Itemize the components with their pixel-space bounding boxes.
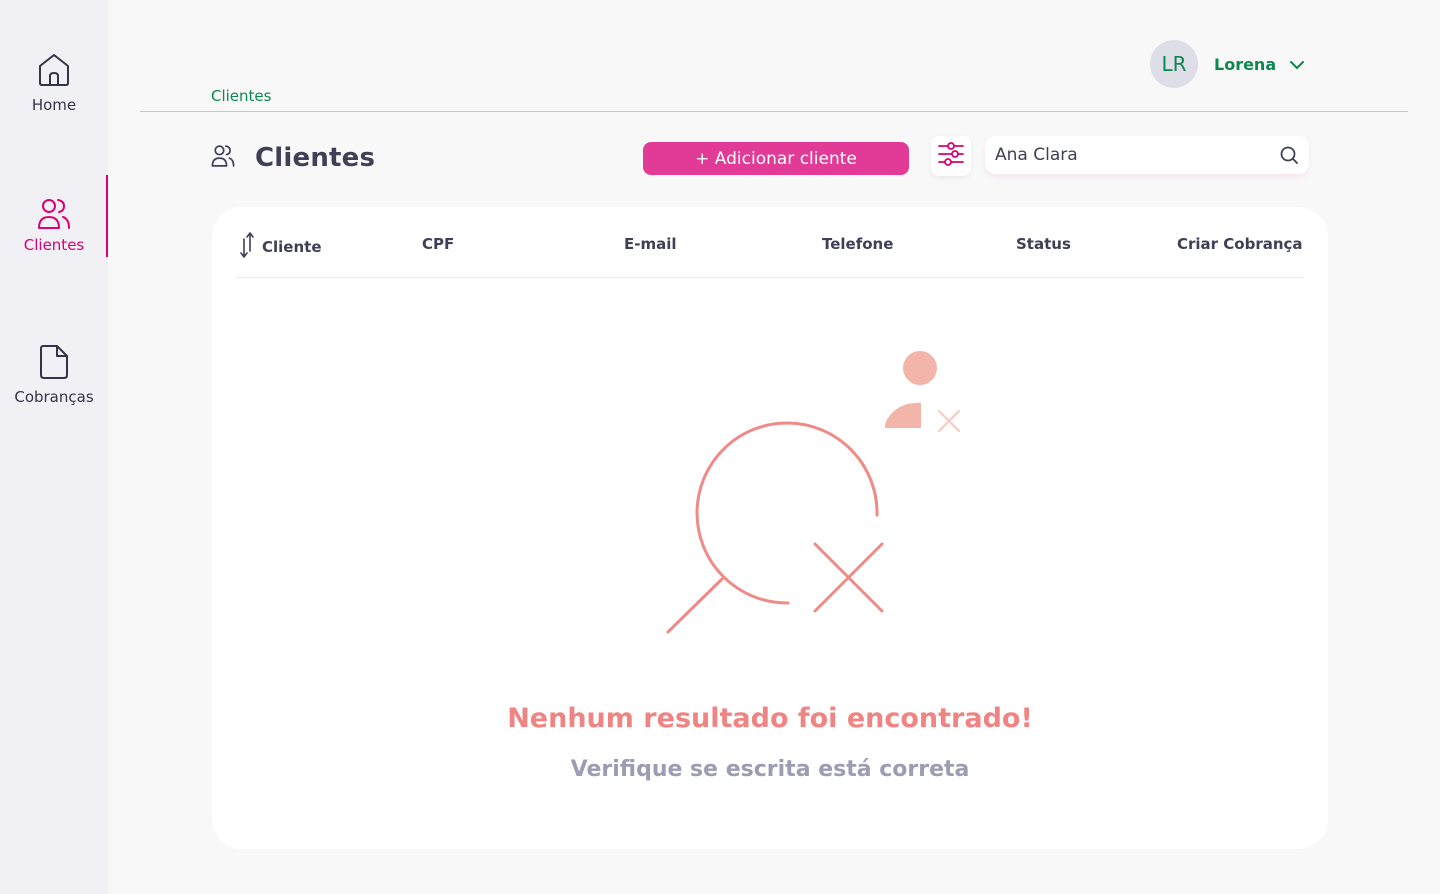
column-label: Cliente — [262, 238, 322, 256]
sidebar-item-label: Cobranças — [14, 388, 94, 406]
avatar: LR — [1150, 40, 1198, 88]
sidebar-item-cobrancas[interactable]: Cobranças — [0, 344, 108, 426]
users-icon — [38, 197, 70, 231]
page-header: Clientes — [211, 143, 375, 173]
home-icon — [37, 52, 71, 88]
search-icon[interactable] — [1280, 146, 1298, 168]
clients-table-card: Cliente CPF E-mail Telefone Status Criar… — [212, 207, 1328, 849]
empty-state-title: Nenhum resultado foi encontrado! — [507, 703, 1033, 734]
sidebar-item-label: Home — [31, 96, 77, 114]
sort-icon — [238, 231, 256, 263]
column-header-telefone: Telefone — [822, 235, 894, 253]
chevron-down-icon — [1290, 55, 1305, 74]
document-icon — [39, 344, 69, 380]
breadcrumb[interactable]: Clientes — [211, 87, 271, 105]
user-menu[interactable]: LR Lorena — [1150, 40, 1305, 88]
column-header-cliente[interactable]: Cliente — [238, 231, 322, 263]
user-name: Lorena — [1214, 54, 1277, 74]
column-header-cpf: CPF — [422, 235, 455, 253]
filter-sliders-icon — [938, 142, 964, 170]
divider — [140, 111, 1408, 112]
add-client-button[interactable]: + Adicionar cliente — [643, 142, 909, 175]
sidebar-item-clientes[interactable]: Clientes — [0, 175, 108, 257]
page-title: Clientes — [255, 143, 376, 173]
sidebar: Home Clientes Cobranças — [0, 0, 108, 894]
no-results-illustration — [642, 337, 962, 651]
empty-state-subtitle: Verifique se escrita está correta — [570, 757, 970, 782]
column-header-status: Status — [1016, 235, 1071, 253]
search-input[interactable] — [993, 144, 1267, 166]
filter-button[interactable] — [931, 136, 971, 176]
sidebar-item-home[interactable]: Home — [0, 52, 108, 134]
table-header: Cliente CPF E-mail Telefone Status Criar… — [236, 227, 1304, 278]
sidebar-item-label: Clientes — [23, 236, 85, 254]
column-header-criar-cobranca: Criar Cobrança — [1177, 235, 1303, 253]
search-box — [985, 136, 1309, 174]
users-icon — [211, 144, 235, 172]
column-header-email: E-mail — [624, 235, 677, 253]
